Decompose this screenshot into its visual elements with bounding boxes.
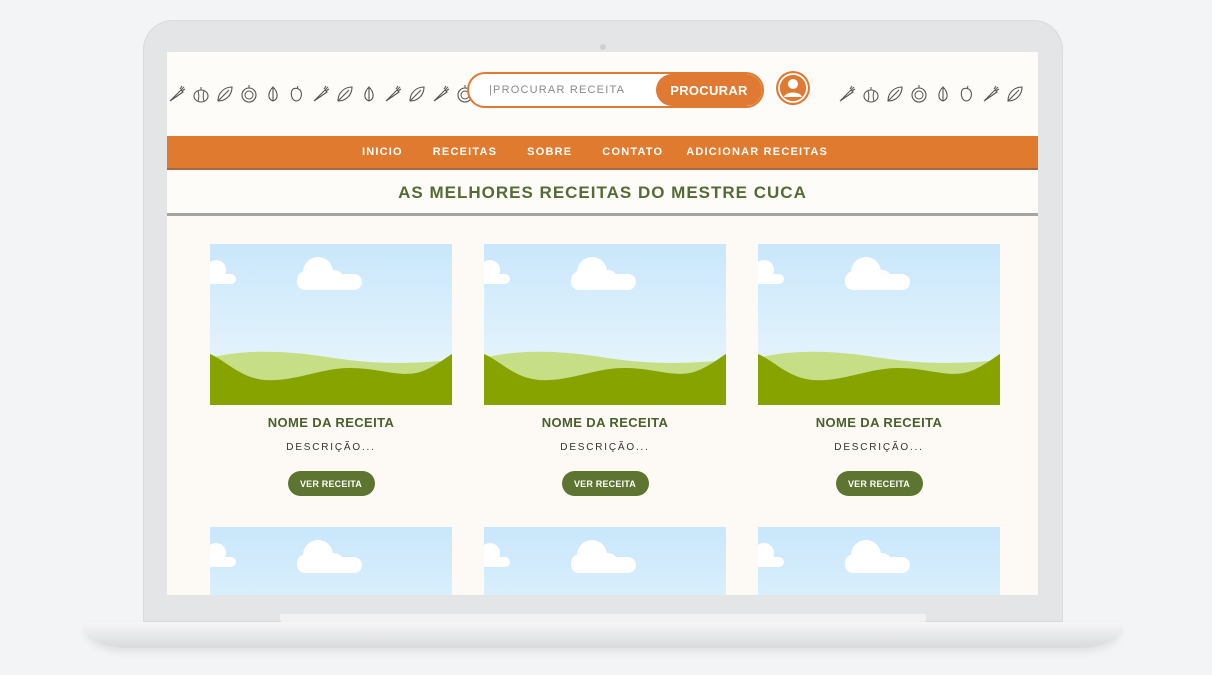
title-bar: AS MELHORES RECEITAS DO MESTRE CUCA	[167, 172, 1038, 216]
recipe-image-placeholder[interactable]	[210, 244, 452, 405]
recipe-image-placeholder[interactable]	[484, 244, 726, 405]
page-title: AS MELHORES RECEITAS DO MESTRE CUCA	[398, 182, 807, 202]
recipe-card: NOME DA RECEITA DESCRIÇÃO... VER RECEITA	[484, 244, 726, 496]
search-button[interactable]: PROCURAR	[656, 74, 762, 106]
view-recipe-button[interactable]: VER RECEITA	[287, 471, 375, 496]
camera-icon	[600, 44, 606, 50]
onion-icon	[239, 84, 259, 104]
pepper-icon	[287, 84, 307, 104]
vegetable-decoration-left	[167, 74, 475, 114]
nav-item-receitas[interactable]: RECEITAS	[433, 146, 497, 158]
recipe-description: DESCRIÇÃO...	[834, 442, 924, 453]
garlic-icon	[933, 84, 953, 104]
view-recipe-button[interactable]: VER RECEITA	[835, 471, 923, 496]
recipe-card: NOME DA RECEITA DESCRIÇÃO... VER RECEITA	[758, 244, 1000, 496]
eggplant-icon	[885, 84, 905, 104]
user-icon[interactable]	[776, 71, 810, 105]
search-bar: PROCURAR	[467, 72, 764, 108]
carrot-icon	[167, 84, 187, 104]
garlic-icon	[263, 84, 283, 104]
recipe-description: DESCRIÇÃO...	[560, 442, 650, 453]
recipe-image-placeholder[interactable]	[758, 527, 1000, 595]
pepper-icon	[957, 84, 977, 104]
nav-item-contato[interactable]: CONTATO	[602, 146, 663, 158]
peas-icon	[1005, 84, 1025, 104]
nav-item-adicionar-receitas[interactable]: ADICIONAR RECEITAS	[686, 146, 828, 158]
leek-icon	[383, 84, 403, 104]
recipe-image-placeholder[interactable]	[210, 527, 452, 595]
recipe-image-placeholder[interactable]	[758, 244, 1000, 405]
potato-icon	[359, 84, 379, 104]
zucchini-icon	[431, 84, 451, 104]
pumpkin-icon	[191, 84, 211, 104]
laptop-base	[86, 622, 1120, 648]
carrot-icon	[837, 84, 857, 104]
recipe-card	[210, 527, 452, 595]
recipe-card	[758, 527, 1000, 595]
site-header: PROCURAR	[167, 52, 1038, 136]
chili-icon	[981, 84, 1001, 104]
search-input[interactable]	[469, 74, 659, 106]
peas-icon	[335, 84, 355, 104]
main-nav: INICIO RECEITAS SOBRE CONTATO ADICIONAR …	[167, 136, 1038, 170]
view-recipe-button[interactable]: VER RECEITA	[561, 471, 649, 496]
eggplant-icon	[215, 84, 235, 104]
pumpkin-icon	[861, 84, 881, 104]
recipe-name: NOME DA RECEITA	[541, 415, 669, 430]
cucumber-icon	[407, 84, 427, 104]
recipe-name: NOME DA RECEITA	[267, 415, 395, 430]
onion-icon	[909, 84, 929, 104]
vegetable-decoration-right	[837, 74, 1025, 114]
browser-screen: PROCURAR INICIO RECEITAS SOBRE CONTATO A…	[167, 52, 1038, 595]
recipe-card	[484, 527, 726, 595]
recipe-description: DESCRIÇÃO...	[286, 442, 376, 453]
nav-item-inicio[interactable]: INICIO	[362, 146, 403, 158]
recipe-name: NOME DA RECEITA	[815, 415, 943, 430]
nav-item-sobre[interactable]: SOBRE	[527, 146, 572, 158]
recipe-image-placeholder[interactable]	[484, 527, 726, 595]
recipe-card: NOME DA RECEITA DESCRIÇÃO... VER RECEITA	[210, 244, 452, 496]
chili-icon	[311, 84, 331, 104]
